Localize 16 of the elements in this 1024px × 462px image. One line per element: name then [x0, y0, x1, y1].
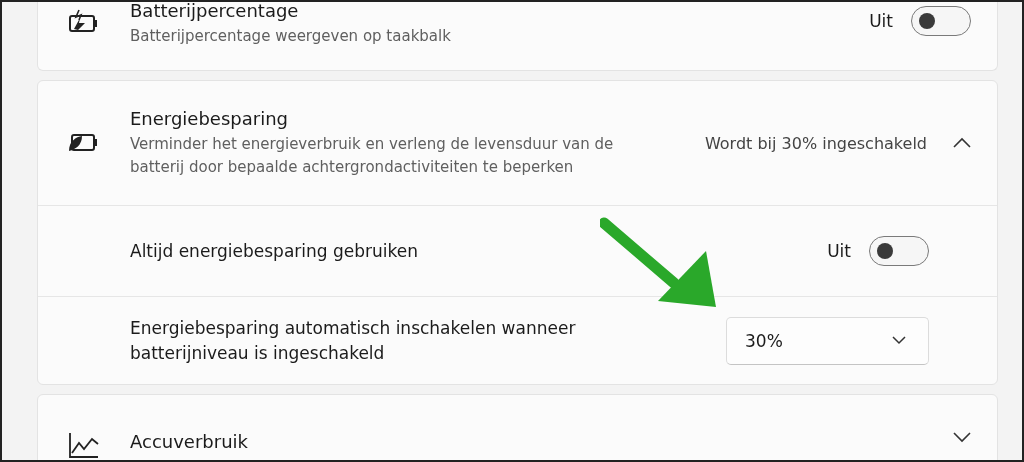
toggle-switch[interactable]	[911, 6, 971, 36]
setting-title: Accuverbruik	[130, 431, 249, 453]
toggle-state-label: Uit	[869, 11, 893, 31]
chevron-down-icon[interactable]	[953, 431, 971, 443]
status-text: Wordt bij 30% ingeschakeld	[704, 133, 927, 153]
setting-label: Energiebesparing automatisch inschakelen wanneer batterijniveau is ingeschakeld	[130, 316, 577, 365]
toggle-switch[interactable]	[869, 236, 929, 266]
setting-description: Batterijpercentage weergeven op taakbalk	[130, 26, 452, 47]
chevron-up-icon[interactable]	[953, 137, 971, 149]
toggle-state-label: Uit	[827, 241, 851, 261]
setting-title: Batterijpercentage	[130, 2, 300, 22]
setting-description: Verminder het energieverbruik en verleng de levensduur van de batterij door bepaalde achtergrondactiviteiten te beperken	[130, 133, 615, 178]
chevron-down-icon	[892, 336, 906, 345]
setting-label: Altijd energiebesparing gebruiken	[130, 239, 419, 263]
setting-title: Energiebesparing	[130, 107, 289, 130]
percentage-dropdown[interactable]: 30%	[726, 316, 929, 365]
